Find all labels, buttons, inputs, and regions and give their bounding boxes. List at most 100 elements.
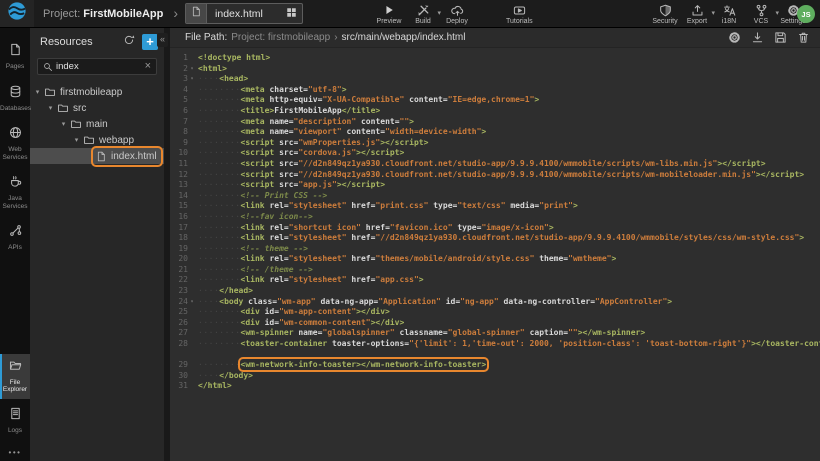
refresh-button[interactable] <box>123 33 135 51</box>
code-line[interactable]: 21········<!-- /theme --> <box>170 265 820 276</box>
code-line[interactable]: 22········<link rel="stylesheet" href="a… <box>170 275 820 286</box>
code-line[interactable]: 10········<script src="cordova.js"></scr… <box>170 148 820 159</box>
topbar-tutorials: Tutorials <box>504 3 535 25</box>
file-icon <box>191 5 202 23</box>
code-line[interactable]: 18········<link rel="stylesheet" href="/… <box>170 233 820 244</box>
indent-whitespace: ········ <box>198 117 241 126</box>
coffee-icon <box>9 175 22 193</box>
topbar-action-vcs[interactable]: ▾VCS <box>746 3 776 25</box>
code-line[interactable]: 1<!doctype html> <box>170 53 820 64</box>
code-line[interactable]: 8········<meta name="viewport" content="… <box>170 127 820 138</box>
code-line[interactable]: 12········<script src="//d2n849qz1ya930.… <box>170 170 820 181</box>
line-number: 29 <box>170 360 188 371</box>
panel-splitter[interactable] <box>164 28 170 461</box>
code-line[interactable]: 17········<link rel="shortcut icon" href… <box>170 223 820 234</box>
code-line[interactable]: 2▾<html> <box>170 64 820 75</box>
code-line[interactable]: 31</html> <box>170 381 820 392</box>
code-line[interactable]: 19········<!-- theme --> <box>170 244 820 255</box>
code-line[interactable]: 5········<meta http-equiv="X-UA-Compatib… <box>170 95 820 106</box>
resources-header: Resources + <box>30 28 164 55</box>
tree-expand-caret-icon[interactable]: ▾ <box>59 120 68 128</box>
indent-whitespace: ···· <box>198 297 219 306</box>
code-editor[interactable]: 1<!doctype html>2▾<html>3▾····<head>4···… <box>170 48 820 461</box>
topbar-action-tutorials[interactable]: Tutorials <box>504 3 535 25</box>
code-line[interactable]: 9········<script src="wmProperties.js"><… <box>170 138 820 149</box>
code-line[interactable]: 13········<script src="app.js"></script> <box>170 180 820 191</box>
code-line[interactable]: 4········<meta charset="utf-8"> <box>170 85 820 96</box>
tree-item-label: index.html <box>111 151 157 162</box>
app-logo[interactable] <box>0 0 34 27</box>
play-icon <box>383 3 395 17</box>
tree-item-main[interactable]: ▾ main <box>30 116 164 132</box>
code-line[interactable]: 25········<div id="wm-app-content"></div… <box>170 307 820 318</box>
folder-icon <box>83 134 95 146</box>
collapse-panel-button[interactable]: « <box>157 33 168 47</box>
open-file-tab[interactable]: index.html <box>185 3 303 24</box>
topbar-action-security[interactable]: Security <box>650 3 680 25</box>
topbar-action-export[interactable]: ▾Export <box>682 3 712 25</box>
grid-icon[interactable] <box>286 5 297 23</box>
user-avatar[interactable]: JS <box>797 5 815 23</box>
tree-item-label: main <box>86 119 108 130</box>
rail-overflow-button[interactable]: ••• <box>0 448 30 457</box>
code-line[interactable]: 27········<wm-spinner name="globalspinne… <box>170 328 820 339</box>
delete-file-button[interactable] <box>797 31 810 44</box>
download-file-button[interactable] <box>751 31 764 44</box>
tree-item-src[interactable]: ▾src <box>30 100 164 116</box>
sidebar-item-file-explorer[interactable]: File Explorer <box>0 354 30 399</box>
indent-whitespace: ········ <box>198 244 241 253</box>
sidebar-item-logs[interactable]: Logs <box>0 402 30 440</box>
code-line[interactable]: 16········<!--fav icon--> <box>170 212 820 223</box>
code-line[interactable]: 23····</head> <box>170 286 820 297</box>
code-line[interactable]: 26········<div id="wm-common-content"></… <box>170 318 820 329</box>
line-number: 6 <box>170 106 188 117</box>
code-line[interactable]: 7········<meta name="description" conten… <box>170 117 820 128</box>
code-line[interactable]: 24▾····<body class="wm-app" data-ng-app=… <box>170 297 820 308</box>
line-number: 7 <box>170 117 188 128</box>
tree-expand-caret-icon[interactable]: ▾ <box>46 104 55 112</box>
tree-expand-caret-icon[interactable]: ▾ <box>33 88 42 96</box>
trash-icon <box>797 31 810 44</box>
folder-open-icon <box>9 359 22 377</box>
sidebar-item-apis[interactable]: APIs <box>0 219 30 257</box>
code-line[interactable] <box>170 350 820 361</box>
export-icon <box>691 3 704 17</box>
code-line[interactable]: 15········<link rel="stylesheet" href="p… <box>170 201 820 212</box>
sidebar-item-web-services[interactable]: Web Services <box>0 121 30 166</box>
topbar-action-label: Build <box>415 18 431 25</box>
indent-whitespace: ········ <box>198 339 241 348</box>
line-number: 24 <box>170 297 188 308</box>
indent-whitespace: ········ <box>198 201 241 210</box>
clear-search-button[interactable]: × <box>145 61 151 72</box>
fold-marker-icon: ▾ <box>188 74 196 85</box>
code-line[interactable]: 29········<wm-network-info-toaster></wm-… <box>170 360 820 371</box>
refresh-icon <box>123 33 135 51</box>
code-line[interactable]: 30····</body> <box>170 371 820 382</box>
code-line[interactable]: 6········<title>FirstMobileApp</title> <box>170 106 820 117</box>
search-input[interactable] <box>53 61 145 72</box>
code-line[interactable]: 14········<!-- Print CSS --> <box>170 191 820 202</box>
sidebar-item-databases[interactable]: Databases <box>0 80 30 118</box>
topbar-action-build[interactable]: ▾Build <box>408 3 438 25</box>
indent-whitespace: ········ <box>198 212 241 221</box>
fold-marker-icon: ▾ <box>188 297 196 308</box>
topbar-action-label: Export <box>687 18 707 25</box>
topbar-action-preview[interactable]: Preview <box>374 3 404 25</box>
code-line[interactable]: 11········<script src="//d2n849qz1ya930.… <box>170 159 820 170</box>
file-settings-button[interactable] <box>728 31 741 44</box>
save-file-button[interactable] <box>774 31 787 44</box>
topbar-action-i18n[interactable]: i18N <box>714 3 744 25</box>
tree-item-firstmobileapp[interactable]: ▾firstmobileapp <box>30 84 164 100</box>
tree-expand-caret-icon[interactable]: ▾ <box>72 136 81 144</box>
code-line[interactable]: 28········<toaster-container toaster-opt… <box>170 339 820 350</box>
topbar-action-deploy[interactable]: Deploy <box>442 3 472 25</box>
highlighted-code: <wm-network-info-toaster></wm-network-in… <box>241 360 487 369</box>
tree-item-index-html[interactable]: index.html <box>30 148 164 164</box>
sidebar-item-pages[interactable]: Pages <box>0 38 30 76</box>
sidebar-item-java-services[interactable]: Java Services <box>0 170 30 215</box>
tree-item-webapp[interactable]: ▾webapp <box>30 132 164 148</box>
code-line[interactable]: 20········<link rel="stylesheet" href="t… <box>170 254 820 265</box>
add-resource-button[interactable]: + <box>142 34 158 50</box>
line-number: 11 <box>170 159 188 170</box>
code-line[interactable]: 3▾····<head> <box>170 74 820 85</box>
